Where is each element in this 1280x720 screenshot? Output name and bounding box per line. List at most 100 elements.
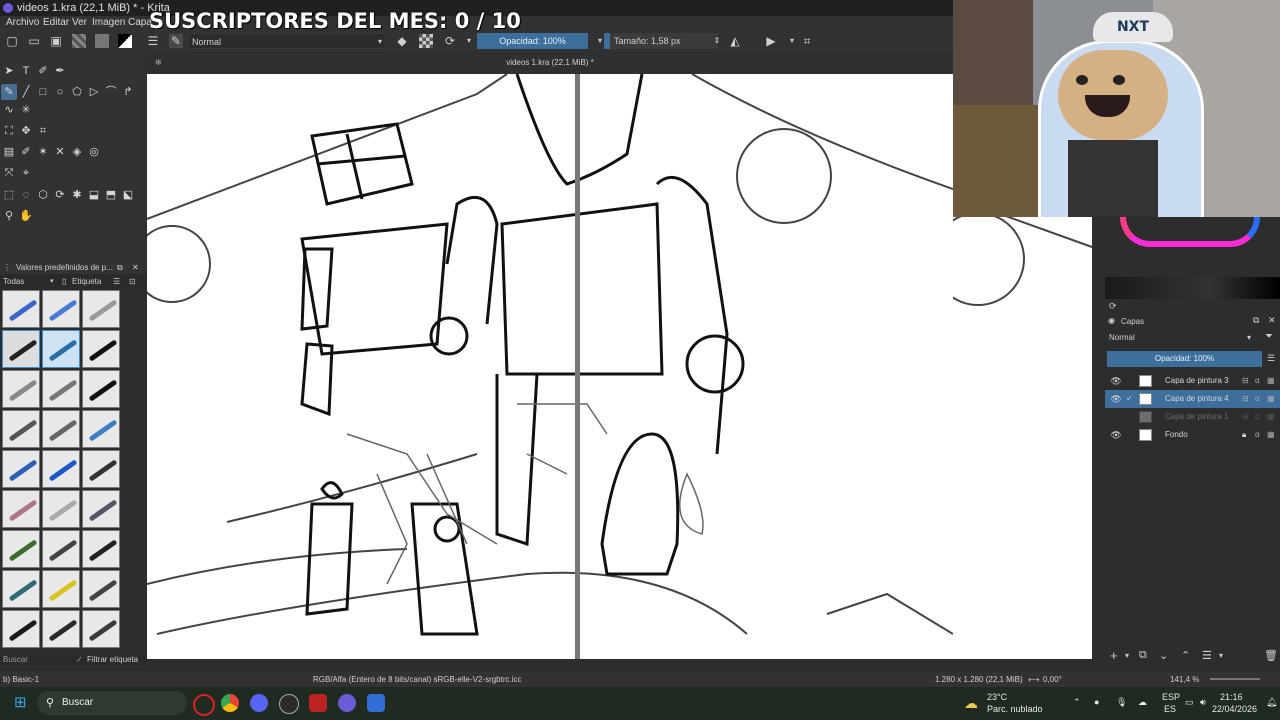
inherit-alpha-icon[interactable]: ▦ <box>1267 390 1275 408</box>
preset-eraser[interactable] <box>2 290 40 328</box>
preset-dark-1[interactable] <box>2 610 40 648</box>
lock-icon[interactable]: ⊟ <box>1242 390 1249 408</box>
preset-teal[interactable] <box>2 570 40 608</box>
tray-app-icon[interactable]: ● <box>1094 697 1099 707</box>
select-shapes-icon[interactable]: ➤ <box>1 63 17 79</box>
size-slider[interactable]: Tamaño: 1,58 px <box>604 33 718 49</box>
list-view-icon[interactable]: ☰ <box>113 274 120 289</box>
chevron-down-icon[interactable]: ▾ <box>1125 651 1129 660</box>
move-icon[interactable]: ✥ <box>18 123 34 139</box>
reference-tool-icon[interactable]: ⌖ <box>18 165 34 181</box>
gradient-icon[interactable] <box>72 34 86 48</box>
preset-pastel[interactable] <box>42 490 80 528</box>
line-tool-icon[interactable]: ╱ <box>18 84 34 100</box>
preset-fine[interactable] <box>82 570 120 608</box>
keyboard-layout[interactable]: ES <box>1164 704 1176 714</box>
preset-chalk[interactable] <box>2 490 40 528</box>
polygon-select-icon[interactable]: ⬡ <box>35 187 51 203</box>
preset-fill[interactable] <box>82 530 120 568</box>
open-folder-icon[interactable]: ▭ <box>27 34 41 48</box>
color-shade-bar[interactable] <box>1105 277 1280 299</box>
float-panel-icon[interactable]: ⧉ <box>1253 315 1259 326</box>
preset-dark-3[interactable] <box>82 610 120 648</box>
zoom-slider[interactable] <box>1210 678 1260 680</box>
eye-icon[interactable]: 👁 <box>1110 426 1122 444</box>
notification-icon[interactable]: 🔔︎ <box>1266 697 1277 708</box>
rotation-status[interactable]: 0,00° <box>1043 671 1062 688</box>
preset-pencil-2[interactable] <box>42 370 80 408</box>
eraser-icon[interactable]: ◆ <box>395 34 409 48</box>
app-icon[interactable] <box>309 694 327 712</box>
checkmark-icon[interactable]: ✓ <box>76 654 83 666</box>
preset-marker-1[interactable] <box>2 410 40 448</box>
assistant-tool-icon[interactable]: ⤧ <box>1 165 17 181</box>
smart-patch-icon[interactable]: ✶ <box>35 144 51 160</box>
filter-icon[interactable]: ⏷ <box>1265 331 1273 342</box>
network-icon[interactable]: ▭ <box>1185 697 1194 708</box>
fill-icon[interactable]: ✕ <box>52 144 68 160</box>
document-tab[interactable]: ✻ videos 1.kra (22,1 MiB) * <box>147 52 953 74</box>
color-wheel[interactable] <box>1120 217 1260 247</box>
reload-icon[interactable]: ⟳ <box>443 34 457 48</box>
preset-basic-ink[interactable] <box>2 330 40 368</box>
volume-icon[interactable]: 🔊︎ <box>1200 697 1206 708</box>
add-layer-icon[interactable]: + <box>1110 648 1118 663</box>
freehand-select-icon[interactable]: ⟳ <box>52 187 68 203</box>
color-space-status[interactable]: RGB/Alfa (Entero de 8 bits/canal) sRGB-e… <box>313 671 522 688</box>
bezier-tool-icon[interactable]: ⌒ <box>103 84 119 100</box>
close-icon[interactable]: ✕ <box>132 261 139 274</box>
calligraphy-icon[interactable]: ✒ <box>52 63 68 79</box>
chrome-icon[interactable] <box>221 694 239 712</box>
alpha-icon[interactable]: α <box>1255 408 1260 426</box>
zoom-status[interactable]: 141,4 % <box>1170 671 1199 688</box>
menu-editar[interactable]: Editar <box>43 16 69 30</box>
preset-pen[interactable] <box>82 330 120 368</box>
gradient-tool-icon[interactable]: ▤ <box>1 144 17 160</box>
preset-ink-1[interactable] <box>82 370 120 408</box>
windows-start-icon[interactable]: ⊞ <box>14 695 30 711</box>
move-layer-down-icon[interactable]: ⌄ <box>1159 649 1168 662</box>
menu-archivo[interactable]: Archivo <box>6 16 39 30</box>
inherit-alpha-icon[interactable]: ▦ <box>1267 372 1275 390</box>
blend-mode-select[interactable]: Normal ▾ <box>188 33 386 49</box>
alpha-icon[interactable]: α <box>1255 426 1260 444</box>
delete-layer-icon[interactable]: 🗑︎ <box>1264 649 1278 662</box>
eye-icon[interactable]: 👁 <box>1110 372 1122 390</box>
preset-liner[interactable] <box>82 490 120 528</box>
layer-blend-mode-select[interactable]: Normal ▾ <box>1105 331 1255 345</box>
polygon-tool-icon[interactable]: ⬠ <box>69 84 85 100</box>
preset-pen-blue[interactable] <box>2 450 40 488</box>
layer-row[interactable]: 👁 Capa de pintura 3 ⊟ α ▦ <box>1105 372 1280 390</box>
preset-green[interactable] <box>2 530 40 568</box>
pattern-icon[interactable] <box>95 34 109 48</box>
opera-icon[interactable] <box>193 694 215 716</box>
vscode-icon[interactable] <box>367 694 385 712</box>
layer-properties-icon[interactable]: ☰ <box>1202 649 1212 662</box>
preset-basic-1[interactable] <box>42 330 80 368</box>
new-document-icon[interactable]: ▢ <box>5 34 19 48</box>
similar-select-icon[interactable]: ⬓ <box>86 187 102 203</box>
close-icon[interactable]: ✕ <box>1268 315 1276 326</box>
enclose-fill-icon[interactable]: ◎ <box>86 144 102 160</box>
ellipse-tool-icon[interactable]: ○ <box>52 84 68 100</box>
freehand-brush-icon[interactable]: ✎ <box>1 84 17 100</box>
menu-hamburger-icon[interactable]: ☰ <box>146 34 160 48</box>
lock-icon[interactable]: ⊟ <box>1242 372 1249 390</box>
canvas-horizontal-scrollbar[interactable] <box>147 659 1092 667</box>
microphone-icon[interactable]: 🎙︎ <box>1116 697 1127 708</box>
float-panel-icon[interactable]: ⧉ <box>117 261 123 274</box>
language-code[interactable]: ESP <box>1162 692 1180 702</box>
discord-icon[interactable] <box>250 694 268 712</box>
multibrush-icon[interactable]: ✳ <box>18 102 34 118</box>
drawing-canvas[interactable] <box>147 74 953 659</box>
preset-pen-blue-2[interactable] <box>42 450 80 488</box>
padlock-icon[interactable]: 🔒︎ <box>1242 426 1246 444</box>
filter-tag-label[interactable]: Filtrar etiqueta <box>87 654 138 666</box>
menu-ver[interactable]: Ver <box>72 16 87 30</box>
zoom-icon[interactable]: ⚲ <box>1 208 17 224</box>
preset-charcoal[interactable] <box>82 450 120 488</box>
clock-date[interactable]: 22/04/2026 <box>1212 704 1257 714</box>
stepper-icon[interactable]: ⇕ <box>710 34 724 48</box>
crop-tool-icon[interactable]: ⌗ <box>35 123 51 139</box>
preset-airbrush[interactable] <box>82 290 120 328</box>
